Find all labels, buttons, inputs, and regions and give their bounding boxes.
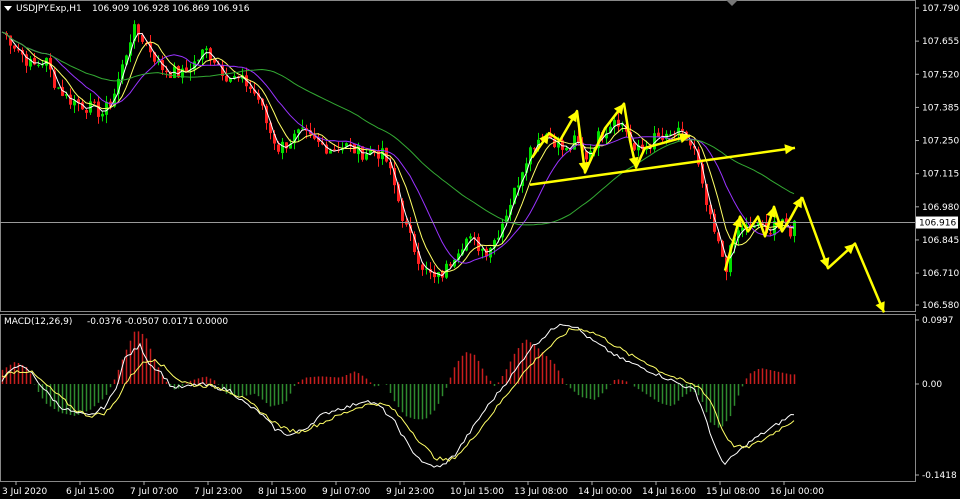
price-axis-label: 107.655	[922, 37, 959, 47]
candle-body	[365, 153, 368, 160]
candle-body	[565, 148, 568, 151]
moving-average-ma-slow	[1, 31, 795, 264]
time-axis-label: 15 Jul 08:00	[706, 487, 760, 497]
candle-body	[657, 132, 660, 137]
candle-body	[277, 144, 280, 152]
candle-body	[13, 45, 16, 49]
candle-body	[613, 120, 616, 127]
candle-body	[101, 113, 104, 117]
current-price-label: 106.916	[919, 219, 956, 229]
price-panel-border	[0, 0, 916, 312]
candle-body	[57, 87, 60, 89]
time-axis-label: 8 Jul 15:00	[258, 487, 307, 497]
candle-body	[213, 59, 216, 63]
macd-axis-label: 0.0997	[922, 316, 954, 326]
candle-body	[93, 101, 96, 103]
candle-body	[633, 142, 636, 150]
candle-body	[137, 24, 140, 35]
price-axis-label: 107.790	[922, 4, 959, 14]
candle-body	[37, 64, 40, 66]
price-axis-label: 107.520	[922, 70, 959, 80]
candle-body	[681, 128, 684, 131]
time-axis-label: 9 Jul 23:00	[386, 487, 435, 497]
trend-line-arrow	[529, 146, 796, 186]
time-axis-label: 16 Jul 00:00	[770, 487, 824, 497]
candle-body	[85, 110, 88, 113]
candle-body	[421, 264, 424, 270]
moving-average-ma-mid	[1, 31, 795, 273]
candle-body	[69, 94, 72, 105]
price-axis-label: 107.115	[922, 170, 959, 180]
macd-values: -0.0376 -0.0507 0.0171 0.0000	[87, 317, 228, 327]
scroll-marker-icon[interactable]	[726, 0, 738, 6]
candle-body	[33, 57, 36, 65]
candle-body	[377, 150, 380, 159]
candle-body	[617, 119, 620, 127]
price-axis-label: 106.710	[922, 269, 959, 279]
moving-average-ma-fast	[1, 31, 795, 277]
forecast-projection	[800, 196, 886, 313]
time-axis-label: 10 Jul 15:00	[450, 487, 504, 497]
price-axis-label: 106.845	[922, 236, 959, 246]
time-axis-label: 3 Jul 2020	[2, 487, 47, 497]
candle-body	[297, 129, 300, 134]
time-axis-label: 14 Jul 00:00	[578, 487, 632, 497]
candle-body	[329, 150, 332, 154]
arrow-head	[539, 133, 549, 145]
price-panel[interactable]	[0, 0, 916, 313]
candle-body	[449, 264, 452, 266]
symbol-dropdown-icon[interactable]	[4, 6, 12, 11]
macd-title: MACD(12,26,9)	[4, 317, 72, 327]
trading-chart[interactable]: USDJPY.Exp,H1 106.909 106.928 106.869 10…	[0, 0, 960, 499]
price-axis-label: 106.580	[922, 301, 959, 311]
candle-body	[225, 75, 228, 82]
candle-body	[205, 48, 208, 50]
ohlc-values: 106.909 106.928 106.869 106.916	[92, 4, 250, 14]
time-axis-label: 6 Jul 15:00	[66, 487, 115, 497]
candle-body	[469, 236, 472, 239]
price-axis-label: 107.385	[922, 103, 959, 113]
time-axis-label: 7 Jul 23:00	[194, 487, 243, 497]
price-axis-label: 106.980	[922, 203, 959, 213]
symbol-label: USDJPY.Exp,H1	[16, 4, 82, 14]
candle-body	[177, 66, 180, 78]
macd-axis-label: 0.00	[922, 380, 942, 390]
time-axis-label: 14 Jul 16:00	[642, 487, 696, 497]
macd-axis-label: -0.1418	[922, 471, 957, 481]
axes: USDJPY.Exp,H1 106.909 106.928 106.869 10…	[2, 0, 959, 497]
time-axis-label: 9 Jul 07:00	[322, 487, 371, 497]
candle-body	[165, 70, 168, 73]
price-axis-label: 107.250	[922, 137, 959, 147]
candle-body	[281, 141, 284, 154]
macd-panel[interactable]	[0, 314, 916, 482]
candle-body	[793, 220, 796, 236]
time-axis-label: 13 Jul 08:00	[514, 487, 568, 497]
time-axis-label: 7 Jul 07:00	[130, 487, 179, 497]
candle-body	[333, 149, 336, 151]
candle-body	[185, 67, 188, 71]
candle-body	[769, 233, 772, 235]
candle-body	[249, 86, 252, 90]
